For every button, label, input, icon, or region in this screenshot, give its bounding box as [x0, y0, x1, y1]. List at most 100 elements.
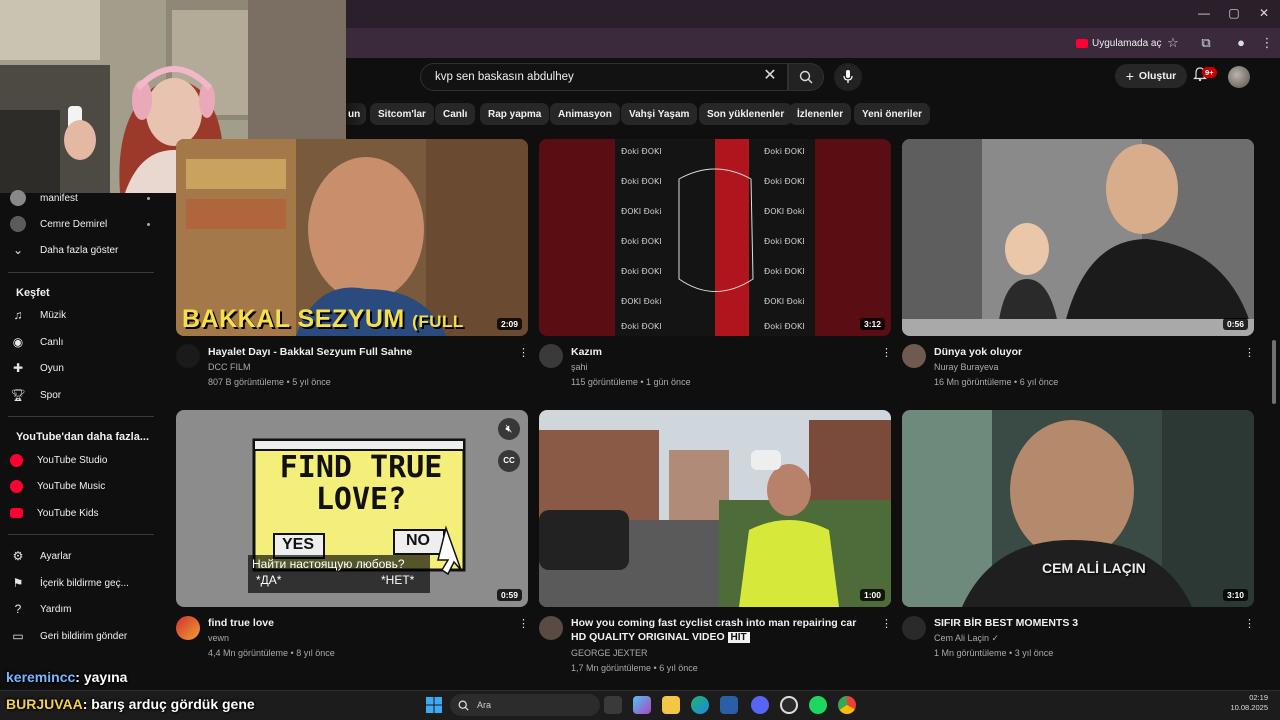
duration-badge: 3:10 — [1222, 589, 1248, 601]
more-options-icon[interactable]: ⋮ — [1244, 346, 1255, 360]
task-view-icon[interactable] — [604, 696, 622, 714]
video-title[interactable]: Hayalet Dayı - Bakkal Sezyum Full Sahne — [208, 345, 508, 359]
chip-wildlife[interactable]: Vahşi Yaşam — [621, 103, 698, 125]
sidebar-item-youtube-studio[interactable]: YouTube Studio — [10, 448, 150, 472]
clear-search-icon[interactable]: ✕ — [760, 66, 780, 86]
captions-icon[interactable]: CC — [498, 450, 520, 472]
minimize-icon[interactable]: — — [1196, 6, 1212, 22]
channel-name[interactable]: Nuray Burayeva — [934, 362, 999, 372]
chip-sitcoms[interactable]: Sitcom'lar — [370, 103, 434, 125]
video-thumbnail[interactable]: 0:56 — [902, 139, 1254, 336]
spotify-icon[interactable] — [809, 696, 827, 714]
sidebar-sub-cemre-demirel[interactable]: Cemre Demirel — [10, 212, 150, 236]
chip-new-suggestions[interactable]: Yeni öneriler — [854, 103, 931, 125]
flag-icon: ⚑ — [12, 576, 24, 590]
sidebar-show-more[interactable]: ⌄ Daha fazla göster — [10, 238, 150, 262]
channel-avatar[interactable] — [539, 616, 563, 640]
sidebar-section-explore: Keşfet — [16, 287, 50, 299]
more-options-icon[interactable]: ⋮ — [881, 346, 892, 360]
store-icon[interactable] — [720, 696, 738, 714]
video-thumbnail[interactable]: FIND TRUE LOVE? YES NO Найти настоящую л… — [176, 410, 528, 607]
chip-animation[interactable]: Animasyon — [550, 103, 620, 125]
channel-name[interactable]: DCC FILM — [208, 362, 251, 372]
channel-avatar[interactable] — [902, 616, 926, 640]
taskbar-search[interactable]: Ara — [450, 694, 600, 716]
sidebar-item-report-history[interactable]: ⚑ İçerik bildirme geç... — [10, 571, 150, 595]
more-options-icon[interactable]: ⋮ — [518, 617, 529, 631]
extensions-icon[interactable]: ⧉ — [1197, 34, 1215, 52]
notification-badge: 9+ — [1202, 67, 1217, 78]
video-title[interactable]: How you coming fast cyclist crash into m… — [571, 616, 871, 645]
mute-icon[interactable]: 🔇︎ — [498, 418, 520, 440]
svg-text:Ðoki ÐOKI: Ðoki ÐOKI — [764, 322, 805, 331]
channel-avatar[interactable] — [539, 344, 563, 368]
account-avatar[interactable] — [1228, 66, 1250, 88]
open-in-app-button[interactable]: Uygulamada aç — [1070, 34, 1167, 52]
video-thumbnail[interactable]: CEM ALİ LAÇIN 3:10 — [902, 410, 1254, 607]
sidebar-item-settings[interactable]: ⚙ Ayarlar — [10, 544, 150, 568]
chip-label: Sitcom'lar — [378, 108, 426, 120]
video-thumbnail[interactable]: BAKKAL SEZYUM (FULL SAHNE) 2:09 — [176, 139, 528, 336]
search-button[interactable] — [788, 63, 824, 91]
channel-avatar[interactable] — [902, 344, 926, 368]
sidebar-sub-manifest[interactable]: manifest — [10, 186, 150, 210]
youtube-studio-icon — [10, 453, 23, 467]
sidebar-item-youtube-kids[interactable]: YouTube Kids — [10, 501, 150, 525]
discord-icon[interactable] — [751, 696, 769, 714]
video-thumbnail[interactable]: 1:00 — [539, 410, 891, 607]
obs-icon[interactable] — [780, 696, 798, 714]
video-title[interactable]: find true love — [208, 616, 508, 630]
thumbnail-text: BAKKAL SEZYUM (FULL SAHNE) — [182, 305, 464, 333]
sidebar-item-youtube-music[interactable]: YouTube Music — [10, 474, 150, 498]
chrome-icon[interactable] — [838, 696, 856, 714]
sidebar-item-help[interactable]: ? Yardım — [10, 597, 150, 621]
more-options-icon[interactable]: ⋮ — [881, 617, 892, 631]
thumbnail-yes: YES — [282, 536, 315, 553]
channel-name[interactable]: şahi — [571, 362, 588, 372]
svg-text:ÐOKI Ðoki: ÐOKI Ðoki — [621, 207, 662, 216]
music-icon: ♫ — [13, 308, 23, 322]
file-explorer-icon[interactable] — [662, 696, 680, 714]
copilot-icon[interactable] — [633, 696, 651, 714]
sidebar-item-live[interactable]: ◉ Canlı — [10, 330, 150, 354]
sidebar-item-label: YouTube Music — [37, 480, 106, 492]
browser-menu-icon[interactable]: ⋮ — [1258, 34, 1276, 52]
maximize-icon[interactable]: ▢ — [1226, 6, 1242, 22]
chip-watched[interactable]: İzlenenler — [789, 103, 852, 125]
sidebar-item-gaming[interactable]: ✚ Oyun — [10, 356, 150, 380]
svg-text:Ðoki ÐOKI: Ðoki ÐOKI — [621, 147, 662, 156]
channel-name[interactable]: GEORGE JEXTER — [571, 648, 648, 658]
duration-badge: 3:12 — [859, 318, 885, 330]
profile-icon[interactable]: ● — [1232, 34, 1250, 52]
voice-search-button[interactable] — [834, 63, 862, 91]
channel-avatar[interactable] — [176, 616, 200, 640]
video-title[interactable]: Dünya yok oluyor — [934, 345, 1234, 359]
edge-icon[interactable] — [691, 696, 709, 714]
page-scrollbar[interactable] — [1272, 340, 1276, 404]
sidebar-item-feedback[interactable]: ▭ Geri bildirim gönder — [10, 624, 150, 648]
sidebar-item-sports[interactable]: 🏆︎ Spor — [10, 383, 150, 407]
more-options-icon[interactable]: ⋮ — [1244, 617, 1255, 631]
channel-avatar[interactable] — [176, 344, 200, 368]
create-button[interactable]: + Oluştur — [1115, 64, 1187, 88]
chip-recent[interactable]: Son yüklenenler — [699, 103, 793, 125]
video-meta: 1 Mn görüntüleme • 3 yıl önce — [934, 648, 1054, 658]
channel-name[interactable]: Cem Ali Laçin ✓ — [934, 633, 999, 644]
sidebar-item-label: Yardım — [40, 603, 72, 615]
search-input[interactable]: kvp sen baskasın abdulhey — [420, 63, 788, 91]
chip-live[interactable]: Canlı — [435, 103, 476, 125]
system-clock[interactable]: 02:19 10.08.2025 — [1230, 693, 1268, 713]
video-title[interactable]: SIFIR BİR BEST MOMENTS 3 — [934, 616, 1234, 630]
bookmark-star-icon[interactable]: ☆ — [1164, 34, 1182, 52]
video-thumbnail[interactable]: Ðoki ÐOKI Ðoki ÐOKI ÐOKI Ðoki Ðoki ÐOKI Ðoki… — [539, 139, 891, 336]
more-options-icon[interactable]: ⋮ — [518, 346, 529, 360]
sidebar-item-music[interactable]: ♫ Müzik — [10, 303, 150, 327]
sidebar-item-label: Geri bildirim gönder — [40, 630, 128, 642]
chat-username: keremincc — [6, 669, 76, 685]
chip-rap[interactable]: Rap yapma — [480, 103, 550, 125]
video-title[interactable]: Kazım — [571, 345, 871, 359]
channel-name[interactable]: vewn — [208, 633, 229, 643]
chip-label: İzlenenler — [797, 108, 844, 120]
close-window-icon[interactable]: ✕ — [1256, 6, 1272, 22]
windows-start-icon[interactable] — [426, 697, 442, 713]
